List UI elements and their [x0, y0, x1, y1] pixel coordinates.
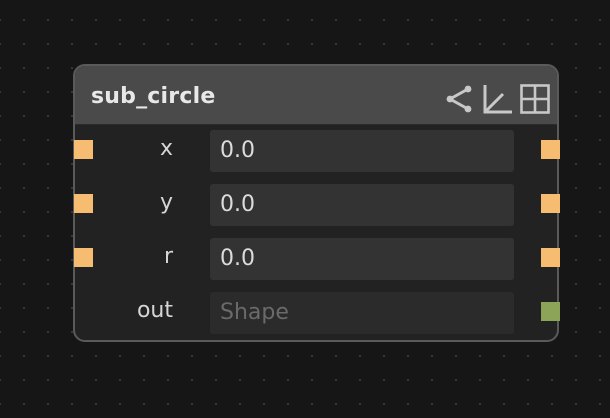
- param-field-y[interactable]: 0.0: [210, 184, 514, 226]
- param-field-out: Shape: [210, 292, 514, 334]
- input-port-y[interactable]: [74, 194, 93, 213]
- row-r: r 0.0: [74, 236, 560, 280]
- header-icons: [443, 82, 551, 116]
- param-field-r[interactable]: 0.0: [210, 238, 514, 280]
- param-label-r: r: [163, 244, 173, 269]
- input-port-x[interactable]: [74, 140, 93, 159]
- row-y: y 0.0: [74, 182, 560, 226]
- param-field-x[interactable]: 0.0: [210, 130, 514, 172]
- node-title: sub_circle: [91, 84, 216, 109]
- node-header[interactable]: sub_circle: [75, 66, 557, 125]
- input-port-r[interactable]: [74, 248, 93, 267]
- grid-icon[interactable]: [519, 83, 551, 115]
- param-label-x: x: [159, 136, 173, 161]
- output-port-r[interactable]: [541, 248, 560, 267]
- share-icon[interactable]: [443, 83, 475, 115]
- node-canvas[interactable]: sub_circle x 0.0 y 0.0 r 0.0 out Shape: [0, 0, 610, 418]
- param-label-out: out: [136, 298, 173, 323]
- axis-icon[interactable]: [481, 83, 513, 115]
- row-out: out Shape: [75, 290, 560, 334]
- node-sub-circle[interactable]: sub_circle x 0.0 y 0.0 r 0.0 out Shape: [73, 64, 560, 342]
- param-label-y: y: [159, 190, 173, 215]
- output-port-y[interactable]: [541, 194, 560, 213]
- output-port-out[interactable]: [541, 302, 560, 321]
- row-x: x 0.0: [74, 128, 560, 172]
- output-port-x[interactable]: [541, 140, 560, 159]
